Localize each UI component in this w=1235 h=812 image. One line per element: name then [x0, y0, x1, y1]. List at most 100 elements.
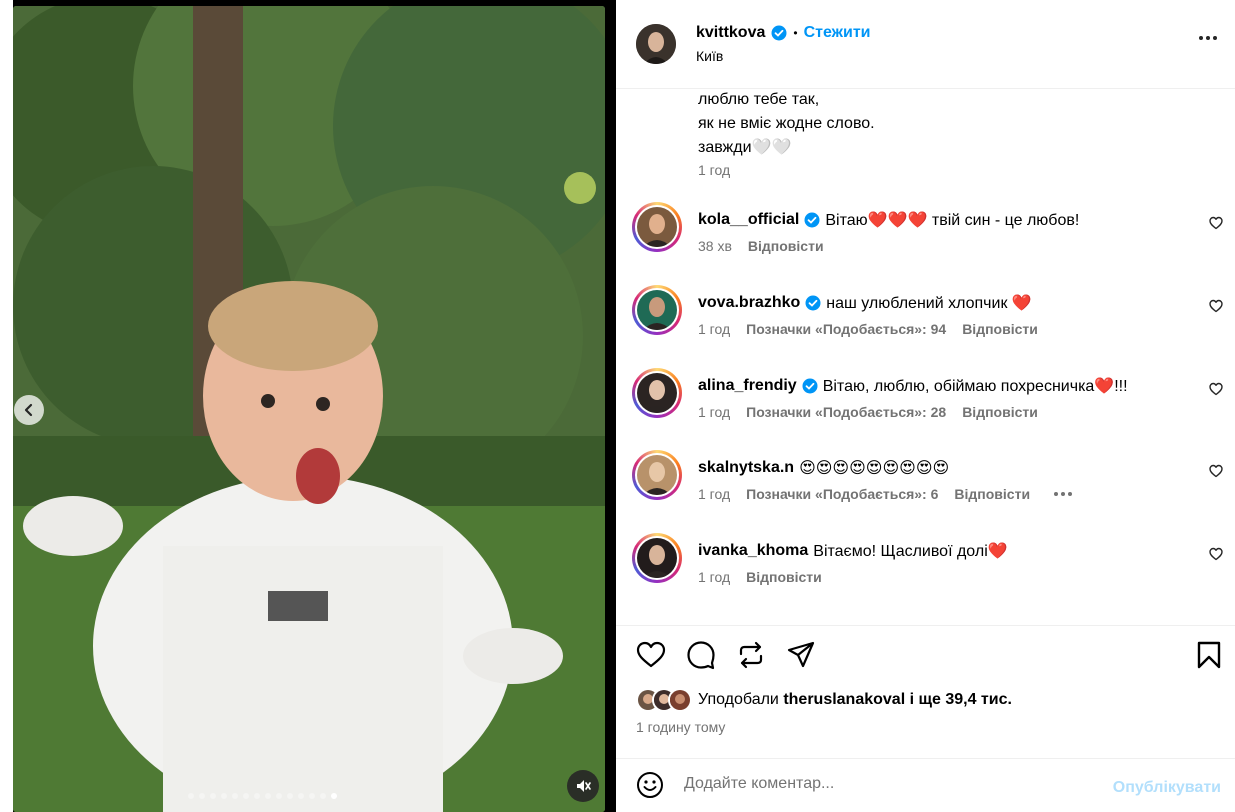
- commenter-avatar[interactable]: [632, 202, 682, 252]
- photo-boy-in-garden: [13, 6, 605, 812]
- comment-text: Вітаю, люблю, обіймаю похресничка❤️!!!: [822, 378, 1128, 395]
- commenter-username[interactable]: alina_frendiy: [698, 377, 797, 395]
- carousel-dot: [188, 793, 194, 799]
- liker-avatars: [636, 688, 692, 712]
- repost-icon[interactable]: [736, 640, 766, 670]
- comment-heart-icon[interactable]: [1209, 382, 1223, 396]
- verified-badge-icon: [804, 212, 820, 228]
- caption-line: завжди🤍🤍: [698, 139, 792, 156]
- bookmark-icon[interactable]: [1194, 640, 1224, 670]
- speaker-muted-icon: [577, 780, 591, 792]
- heart-icon[interactable]: [636, 640, 666, 670]
- comment-text: наш улюблений хлопчик ❤️: [826, 295, 1032, 312]
- comment-heart-icon[interactable]: [1209, 299, 1223, 313]
- caption-timestamp: 1 год: [698, 162, 731, 178]
- post-comment-button[interactable]: Опублікувати: [1113, 779, 1221, 797]
- post-timestamp[interactable]: 1 годину тому: [636, 719, 725, 735]
- carousel-dot: [298, 793, 304, 799]
- carousel-dot: [210, 793, 216, 799]
- author-avatar[interactable]: [636, 24, 676, 64]
- post-caption: люблю тебе так, як не вміє жодне слово. …: [698, 88, 875, 160]
- carousel-dot: [276, 793, 282, 799]
- carousel-dot: [254, 793, 260, 799]
- carousel-dot: [287, 793, 293, 799]
- commenter-avatar[interactable]: [632, 368, 682, 418]
- post-details: kvittkova • Стежити Київ люблю тебе так,…: [616, 0, 1235, 812]
- comment-likes[interactable]: Позначки «Подобається»: 94: [746, 321, 946, 337]
- comment-text: Вітаємо! Щасливої долі❤️: [813, 543, 1008, 560]
- avatar: [668, 688, 692, 712]
- comment-time[interactable]: 1 год: [698, 486, 730, 502]
- commenter-username[interactable]: vova.brazhko: [698, 294, 800, 312]
- emoji-icon[interactable]: [636, 771, 664, 799]
- caption-line: як не вміє жодне слово.: [698, 115, 875, 132]
- verified-badge-icon: [771, 25, 787, 41]
- comment-text: Вітаю❤️❤️❤️ твій син - це любов!: [825, 212, 1080, 229]
- post-location[interactable]: Київ: [696, 48, 723, 64]
- avatar: [637, 538, 677, 578]
- comment-heart-icon[interactable]: [1209, 216, 1223, 230]
- comment-item: vova.brazhko наш улюблений хлопчик ❤️ 1 го…: [616, 285, 1235, 355]
- author-username[interactable]: kvittkova: [696, 24, 765, 42]
- post-header: kvittkova • Стежити Київ: [616, 0, 1235, 89]
- comment-item: skalnytska.n 😍😍😍😍😍😍😍😍😍 1 год Позначки «Подо…: [616, 450, 1235, 520]
- comment-likes[interactable]: Позначки «Подобається»: 28: [746, 404, 946, 420]
- comment-likes[interactable]: Позначки «Подобається»: 6: [746, 486, 938, 502]
- comment-icon[interactable]: [686, 640, 716, 670]
- comment-item: ivanka_khoma Вітаємо! Щасливої долі❤️ 1 го…: [616, 533, 1235, 603]
- comment-options-button[interactable]: [1054, 492, 1073, 496]
- carousel-indicators: [188, 793, 337, 799]
- previous-slide-button[interactable]: [14, 395, 44, 425]
- reply-button[interactable]: Відповісти: [746, 569, 822, 585]
- comment-text: 😍😍😍😍😍😍😍😍😍: [799, 460, 950, 477]
- carousel-dot: [309, 793, 315, 799]
- reply-button[interactable]: Відповісти: [962, 321, 1038, 337]
- likes-prefix: Уподобали: [698, 691, 779, 708]
- share-icon[interactable]: [786, 640, 816, 670]
- verified-badge-icon: [802, 378, 818, 394]
- mute-toggle-button[interactable]: [567, 770, 599, 802]
- separator-dot: •: [793, 26, 798, 40]
- more-options-button[interactable]: [1199, 36, 1217, 40]
- post-video[interactable]: [13, 6, 605, 812]
- add-comment-bar: Опублікувати: [616, 758, 1235, 812]
- caption-line: люблю тебе так,: [698, 91, 820, 108]
- carousel-dot: [199, 793, 205, 799]
- comment-heart-icon[interactable]: [1209, 464, 1223, 478]
- avatar: [637, 373, 677, 413]
- left-edge: [0, 0, 13, 812]
- carousel-dot: [221, 793, 227, 799]
- carousel-dot: [265, 793, 271, 799]
- reply-button[interactable]: Відповісти: [954, 486, 1030, 502]
- media-pane: [13, 0, 616, 812]
- likes-count[interactable]: і ще 39,4 тис.: [910, 691, 1012, 708]
- comment-time[interactable]: 1 год: [698, 321, 730, 337]
- likes-summary[interactable]: Уподобали theruslanakoval і ще 39,4 тис.: [636, 688, 1012, 712]
- commenter-avatar[interactable]: [632, 533, 682, 583]
- action-bar: [616, 625, 1235, 685]
- carousel-dot: [331, 793, 337, 799]
- commenter-username[interactable]: skalnytska.n: [698, 459, 794, 477]
- carousel-dot: [243, 793, 249, 799]
- avatar: [637, 207, 677, 247]
- comment-input[interactable]: [684, 775, 1084, 793]
- comment-time[interactable]: 1 год: [698, 404, 730, 420]
- carousel-dot: [232, 793, 238, 799]
- commenter-username[interactable]: kola__official: [698, 211, 799, 229]
- commenter-username[interactable]: ivanka_khoma: [698, 542, 808, 560]
- reply-button[interactable]: Відповісти: [748, 238, 824, 254]
- avatar: [637, 455, 677, 495]
- comment-time[interactable]: 38 хв: [698, 238, 732, 254]
- carousel-dot: [320, 793, 326, 799]
- commenter-avatar[interactable]: [632, 285, 682, 335]
- comment-item: alina_frendiy Вітаю, люблю, обіймаю похре…: [616, 368, 1235, 438]
- liker-username[interactable]: theruslanakoval: [783, 691, 905, 708]
- comment-item: kola__official Вітаю❤️❤️❤️ твій син - це …: [616, 202, 1235, 272]
- reply-button[interactable]: Відповісти: [962, 404, 1038, 420]
- comment-time[interactable]: 1 год: [698, 569, 730, 585]
- chevron-left-icon: [24, 403, 33, 417]
- commenter-avatar[interactable]: [632, 450, 682, 500]
- avatar: [637, 290, 677, 330]
- comment-heart-icon[interactable]: [1209, 547, 1223, 561]
- follow-button[interactable]: Стежити: [804, 24, 871, 42]
